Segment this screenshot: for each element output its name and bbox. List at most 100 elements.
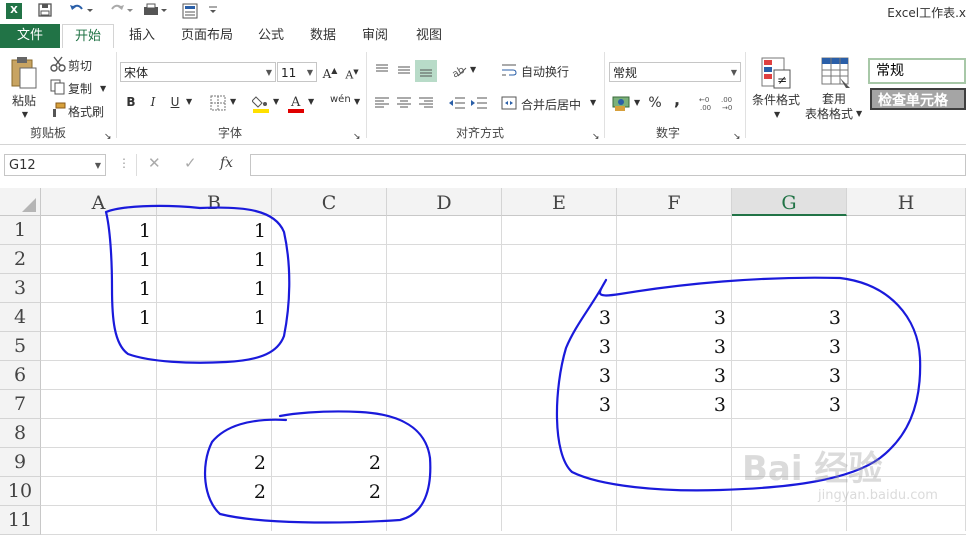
formula-input[interactable] <box>250 154 966 176</box>
watermark-url: jingyan.baidu.com <box>818 488 938 503</box>
clipboard-launcher-icon[interactable]: ↘ <box>104 128 112 146</box>
tab-formulas[interactable]: 公式 <box>250 24 292 48</box>
align-center-icon[interactable] <box>396 95 412 111</box>
font-name-select[interactable]: 宋体 ▼ <box>120 62 276 82</box>
font-size-select[interactable]: 11 ▼ <box>277 62 317 82</box>
accounting-format-icon[interactable] <box>612 94 632 112</box>
comma-style-button[interactable]: , <box>672 91 682 109</box>
increase-decimal-icon[interactable]: ←0.00 <box>698 94 718 112</box>
align-left-icon[interactable] <box>374 95 390 111</box>
merge-center-icon[interactable] <box>501 95 517 111</box>
decrease-decimal-icon[interactable]: .00 →0 <box>720 94 740 112</box>
underline-button[interactable]: U <box>168 93 182 111</box>
redo-icon[interactable] <box>106 3 136 20</box>
format-table-dropdown-icon[interactable]: ▼ <box>856 105 862 123</box>
orientation-dropdown-icon[interactable]: ▼ <box>470 61 476 79</box>
align-top-icon[interactable] <box>374 62 390 78</box>
font-launcher-icon[interactable]: ↘ <box>353 128 361 146</box>
svg-text:→0: →0 <box>722 104 732 112</box>
tab-file[interactable]: 文件 <box>0 24 60 48</box>
annotation-circle-2 <box>203 410 432 524</box>
number-launcher-icon[interactable]: ↘ <box>733 128 741 146</box>
conditional-dropdown-icon[interactable]: ▼ <box>774 106 780 124</box>
shrink-font-icon[interactable]: A▼ <box>344 63 360 85</box>
borders-dropdown-icon[interactable]: ▼ <box>230 93 236 111</box>
cancel-icon[interactable]: ✕ <box>148 154 161 172</box>
increase-indent-icon[interactable] <box>470 95 488 111</box>
paste-dropdown-icon[interactable]: ▼ <box>20 106 30 124</box>
font-name-value: 宋体 <box>124 66 149 80</box>
svg-text:A: A <box>290 95 301 110</box>
ribbon: 粘贴 ▼ 剪切 复制 ▼ 格式刷 剪贴板 ↘ 宋体 ▼ 11 ▼ A▲ A▼ B… <box>0 48 966 145</box>
insert-function-icon[interactable]: fx <box>220 155 233 171</box>
excel-icon[interactable]: X <box>6 3 22 19</box>
chevron-down-icon: ▼ <box>94 161 101 170</box>
text-orientation-icon[interactable]: ab <box>450 62 468 81</box>
fill-color-icon[interactable] <box>251 93 270 113</box>
wrap-text-button[interactable]: 自动换行 <box>521 63 569 80</box>
cut-icon[interactable] <box>50 56 66 72</box>
form-icon[interactable] <box>180 3 200 20</box>
copy-icon[interactable] <box>50 79 66 95</box>
group-divider <box>116 52 117 138</box>
align-right-icon[interactable] <box>418 95 434 111</box>
tab-review[interactable]: 审阅 <box>354 24 396 48</box>
group-divider <box>745 52 746 138</box>
fill-color-dropdown-icon[interactable]: ▼ <box>273 93 279 111</box>
font-color-icon[interactable]: A <box>288 93 304 113</box>
tab-view[interactable]: 视图 <box>408 24 450 48</box>
svg-text:≠: ≠ <box>777 73 787 87</box>
font-color-dropdown-icon[interactable]: ▼ <box>308 93 314 111</box>
cell-style-normal[interactable]: 常规 <box>868 58 966 84</box>
italic-button[interactable]: I <box>146 93 160 111</box>
svg-text:.00: .00 <box>721 96 732 104</box>
cut-button[interactable]: 剪切 <box>68 57 92 74</box>
ribbon-tabs: 文件 开始 插入 页面布局 公式 数据 审阅 视图 <box>0 24 966 50</box>
tab-data[interactable]: 数据 <box>302 24 344 48</box>
name-box-value: G12 <box>9 158 36 173</box>
align-middle-icon[interactable] <box>396 62 412 78</box>
percent-style-button[interactable]: % <box>648 94 662 112</box>
svg-text:←0: ←0 <box>699 96 709 104</box>
worksheet-grid: ABCDEFGH 1 2 3 4 5 6 7 8 9 10 11 11111111222233333… <box>0 188 966 535</box>
copy-dropdown-icon[interactable]: ▼ <box>100 80 106 98</box>
window-title: Excel工作表.x <box>887 6 966 20</box>
tab-insert[interactable]: 插入 <box>120 24 164 48</box>
wrap-text-icon[interactable] <box>501 62 517 78</box>
svg-text:.00: .00 <box>700 104 711 112</box>
bold-button[interactable]: B <box>124 93 138 111</box>
divider <box>136 154 137 176</box>
phonetic-dropdown-icon[interactable]: ▼ <box>354 93 360 111</box>
enter-icon[interactable]: ✓ <box>184 154 197 172</box>
borders-icon[interactable] <box>210 95 226 111</box>
format-painter-button[interactable]: 格式刷 <box>68 103 104 120</box>
save-icon[interactable] <box>36 3 54 20</box>
group-divider <box>366 52 367 138</box>
number-format-select[interactable]: 常规 ▼ <box>609 62 741 82</box>
format-as-table-button[interactable]: 表格格式 <box>805 105 853 122</box>
undo-icon[interactable] <box>66 3 96 20</box>
copy-button[interactable]: 复制 <box>68 80 92 97</box>
print-preview-icon[interactable] <box>140 3 170 20</box>
formula-bar-grip-icon: ⋮ <box>118 156 130 170</box>
number-group-label: 数字 <box>655 126 680 140</box>
format-painter-icon[interactable] <box>50 102 66 118</box>
underline-dropdown-icon[interactable]: ▼ <box>186 93 192 111</box>
chevron-down-icon: ▼ <box>306 68 313 77</box>
grow-font-icon[interactable]: A▲ <box>322 62 338 83</box>
merge-dropdown-icon[interactable]: ▼ <box>590 94 596 112</box>
decrease-indent-icon[interactable] <box>448 95 466 111</box>
accounting-dropdown-icon[interactable]: ▼ <box>634 94 640 112</box>
alignment-launcher-icon[interactable]: ↘ <box>592 128 600 146</box>
merge-center-button[interactable]: 合并后居中 <box>521 96 581 113</box>
align-bottom-icon[interactable] <box>415 60 437 82</box>
format-as-table-icon[interactable] <box>820 56 852 90</box>
customize-toolbar-icon[interactable] <box>206 3 220 20</box>
phonetic-guide-button[interactable]: wén <box>330 91 351 109</box>
tab-page-layout[interactable]: 页面布局 <box>174 24 240 48</box>
tab-home[interactable]: 开始 <box>62 24 114 50</box>
cell-style-check-cell[interactable]: 检查单元格 <box>870 88 966 110</box>
name-box[interactable]: G12 ▼ <box>4 154 106 176</box>
paste-icon[interactable] <box>8 56 42 96</box>
conditional-formatting-icon[interactable]: ≠ <box>760 56 792 90</box>
